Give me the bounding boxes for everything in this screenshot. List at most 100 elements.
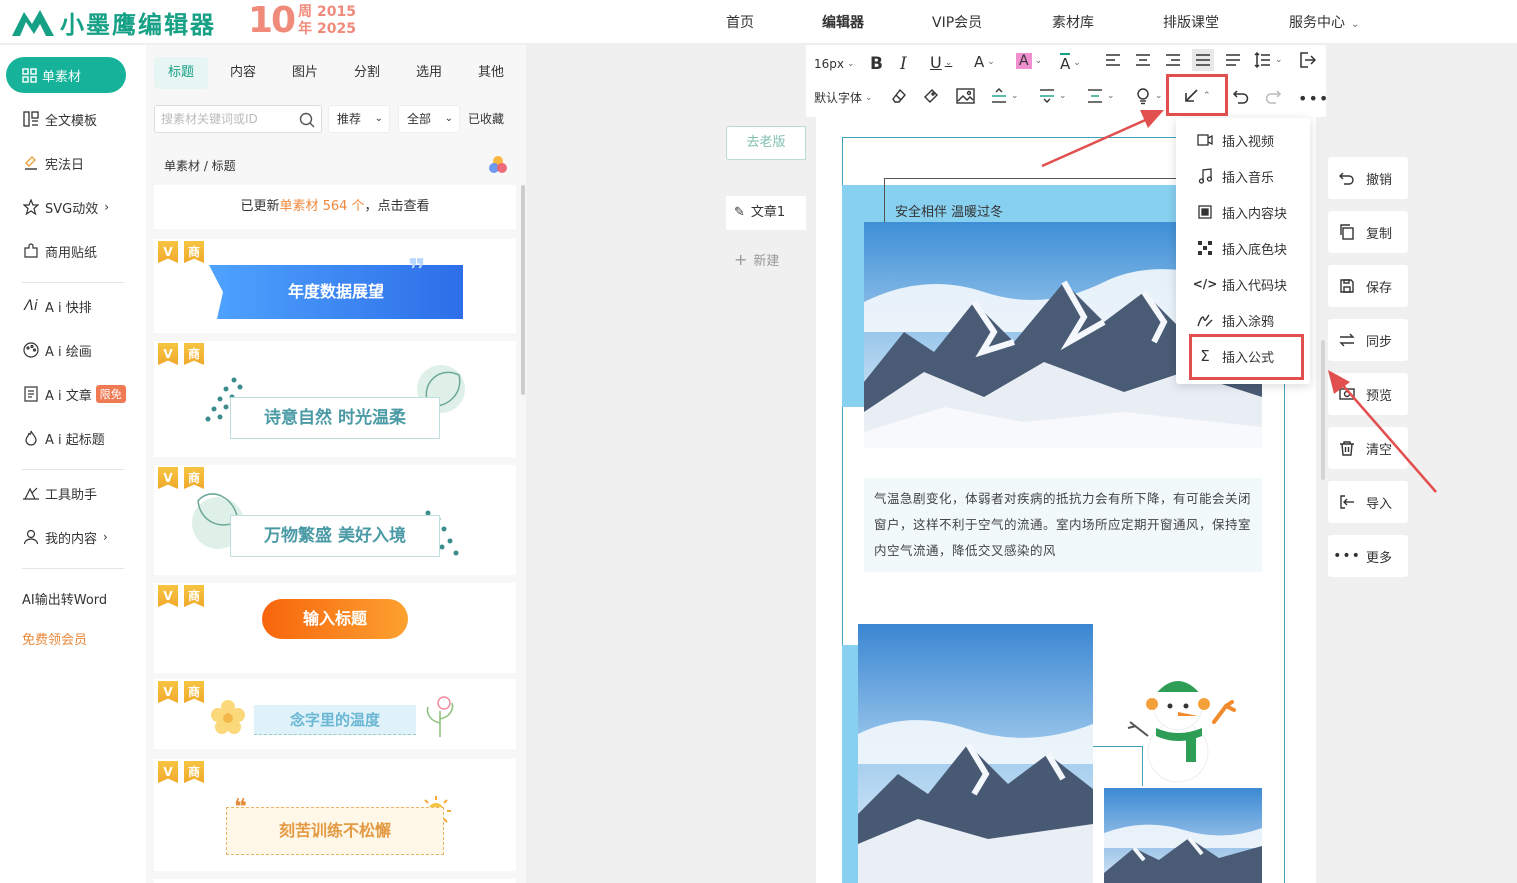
sidebar-item-constitution-day[interactable]: 宪法日 (22, 152, 84, 174)
highlight-color-icon[interactable]: A ⌄ (1016, 53, 1042, 69)
tab-other[interactable]: 其他 (464, 57, 518, 89)
tab-title[interactable]: 标题 (154, 57, 208, 89)
search-input[interactable]: 搜素材关键词或ID (154, 105, 322, 133)
sidebar-item-svg-animation[interactable]: SVG动效 › (22, 196, 109, 218)
clear-button[interactable]: 清空 (1328, 427, 1408, 469)
import-icon (1338, 494, 1356, 510)
more-icon: ••• (1333, 548, 1361, 564)
star-icon (22, 198, 40, 216)
new-article-button[interactable]: + 新建 (726, 243, 806, 277)
color-dots-icon[interactable] (488, 155, 508, 175)
free-vip-link[interactable]: 免费领会员 (22, 627, 87, 649)
import-button[interactable]: 导入 (1328, 481, 1408, 523)
sidebar-item-ai-article[interactable]: A i 文章 限免 (22, 383, 126, 405)
video-icon (1196, 133, 1214, 147)
title-card[interactable]: V 商 诗意自然 时光温柔 (154, 341, 516, 457)
sidebar-item-my-content[interactable]: 我的内容 › (22, 526, 108, 548)
bold-icon[interactable]: B (870, 54, 883, 74)
line-height-icon[interactable]: ⌄ (1254, 51, 1283, 69)
sync-button[interactable]: 同步 (1328, 319, 1408, 361)
sidebar-item-ai-title[interactable]: A i 起标题 (22, 427, 105, 449)
exit-icon[interactable] (1298, 51, 1316, 69)
paragraph-spacing-icon[interactable]: ⌄ (990, 87, 1019, 105)
preview-button[interactable]: 预览 (1328, 373, 1408, 415)
search-icon[interactable] (299, 111, 315, 137)
mountain-photo[interactable] (1104, 788, 1262, 883)
tab-selected[interactable]: 选用 (402, 57, 456, 89)
tab-divider[interactable]: 分割 (340, 57, 394, 89)
format-brush-icon[interactable] (922, 87, 940, 105)
title-card[interactable]: V 商 万物繁盛 美好入境 (154, 465, 516, 575)
nav-course[interactable]: 排版课堂 (1163, 12, 1219, 32)
vip-tag: V (158, 585, 178, 607)
tab-image[interactable]: 图片 (278, 57, 332, 89)
menu-item-insert-background-block[interactable]: 插入底色块 (1196, 238, 1287, 258)
article-tab[interactable]: ✎ 文章1 (726, 196, 806, 230)
nav-service[interactable]: 服务中心 ⌄ (1289, 12, 1359, 32)
favorites-link[interactable]: 已收藏 (468, 105, 504, 133)
update-notice[interactable]: 已更新单素材 564 个，点击查看 (154, 185, 516, 229)
grid-icon (22, 67, 37, 83)
ai-to-word-link[interactable]: AI输出转Word (22, 587, 107, 609)
logo[interactable]: 小墨鹰编辑器 (10, 4, 216, 40)
ai-icon: Λi (24, 298, 38, 314)
paragraph-block[interactable]: 气温急剧变化，体弱者对疾病的抵抗力会有所下降，有可能会关闭窗户，这样不利于空气的… (864, 478, 1262, 572)
snowman-sticker[interactable] (1126, 666, 1242, 784)
menu-item-insert-video[interactable]: 插入视频 (1196, 130, 1274, 150)
font-color-icon[interactable]: A ⌄ (974, 53, 995, 71)
recommend-filter[interactable]: 推荐 ⌄ (328, 105, 390, 133)
section-title[interactable]: 安全相伴 温暖过冬 (884, 178, 1184, 222)
nav-editor[interactable]: 编辑器 (822, 12, 864, 32)
save-button[interactable]: 保存 (1328, 265, 1408, 307)
justify-icon[interactable] (1192, 49, 1214, 71)
eraser-icon[interactable] (890, 87, 908, 105)
editor-scrollbar[interactable] (1321, 340, 1325, 480)
font-family-select[interactable]: 默认字体 ⌄ (814, 89, 873, 106)
more-button[interactable]: ••• 更多 (1328, 535, 1408, 577)
flame-icon (22, 429, 40, 447)
sidebar-item-commercial-stickers[interactable]: 商用贴纸 (22, 240, 97, 262)
underline-icon[interactable]: U ⌄ (930, 53, 952, 72)
mountain-photo[interactable] (858, 624, 1093, 883)
sidebar-item-single-material[interactable]: 单素材 (6, 57, 126, 93)
menu-item-insert-music[interactable]: 插入音乐 (1196, 166, 1274, 186)
align-right-icon[interactable] (1164, 51, 1182, 69)
image-icon[interactable] (956, 87, 975, 105)
sidebar-item-ai-painting[interactable]: A i 绘画 (22, 339, 92, 361)
title-card[interactable]: V 商 输入标题 (154, 583, 516, 673)
title-card[interactable]: V 商 年度数据展望 ❞ (154, 239, 516, 333)
indent-icon[interactable] (1224, 51, 1242, 69)
font-size-select[interactable]: 16px ⌄ (814, 57, 855, 71)
redo-icon[interactable] (1264, 87, 1282, 105)
old-version-button[interactable]: 去老版 (726, 126, 806, 160)
sync-icon (1338, 332, 1356, 348)
menu-item-insert-code-block[interactable]: </> 插入代码块 (1193, 274, 1287, 294)
text-effect-icon[interactable]: A ⌄ (1060, 53, 1081, 73)
sidebar-item-ai-layout[interactable]: Λi A i 快排 (22, 295, 92, 317)
lightbulb-icon[interactable]: ⌄ (1134, 87, 1163, 105)
menu-item-insert-content-block[interactable]: 插入内容块 (1196, 202, 1287, 222)
align-left-icon[interactable] (1104, 51, 1122, 69)
undo-button[interactable]: 撤销 (1328, 157, 1408, 199)
sidebar-item-tools[interactable]: 工具助手 (22, 482, 97, 504)
tab-content[interactable]: 内容 (216, 57, 270, 89)
panel-scrollbar[interactable] (521, 185, 525, 395)
vip-tag: V (158, 761, 178, 783)
more-icon[interactable]: ••• (1298, 89, 1329, 108)
all-filter[interactable]: 全部 ⌄ (398, 105, 460, 133)
italic-icon[interactable]: I (900, 54, 907, 74)
nav-materials[interactable]: 素材库 (1052, 12, 1094, 32)
title-card[interactable]: V 商 ❝ 刻苦训练不松懈 (154, 759, 516, 871)
nav-vip[interactable]: VIP会员 (932, 12, 982, 32)
align-center-icon[interactable] (1134, 51, 1152, 69)
vip-tag: V (158, 343, 178, 365)
nav-home[interactable]: 首页 (726, 12, 754, 32)
document-icon (22, 385, 40, 403)
menu-item-insert-doodle[interactable]: 插入涂鸦 (1196, 310, 1274, 330)
undo-icon[interactable] (1232, 87, 1250, 105)
letter-spacing-icon[interactable]: ⌄ (1086, 87, 1115, 105)
copy-button[interactable]: 复制 (1328, 211, 1408, 253)
sidebar-item-full-template[interactable]: 全文模板 (22, 108, 97, 130)
title-card[interactable]: V 商 念字里的温度 (154, 679, 516, 749)
vertical-align-icon[interactable]: ⌄ (1038, 87, 1067, 105)
